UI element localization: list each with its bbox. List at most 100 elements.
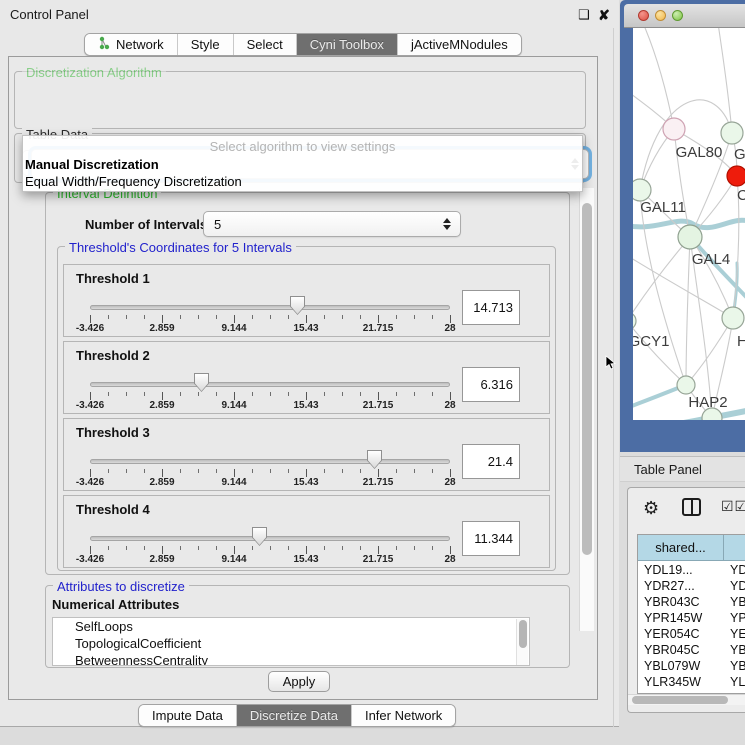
- table-row[interactable]: YBR045CYBR0: [638, 643, 745, 658]
- tick-label: 21.715: [363, 477, 394, 488]
- tick-label: 9.144: [221, 400, 246, 411]
- tick-label: 15.43: [293, 477, 318, 488]
- node-label-gal11: GAL11: [640, 199, 686, 216]
- threshold-2-slider-thumb[interactable]: [194, 373, 209, 392]
- tick-label: -3.426: [76, 400, 104, 411]
- node-label-partial-c: C: [737, 187, 745, 204]
- column-header-name[interactable]: na: [724, 535, 745, 561]
- table-horizontal-scrollbar[interactable]: [628, 694, 745, 705]
- tab-impute-data[interactable]: Impute Data: [139, 705, 237, 726]
- threshold-3-panel: Threshold 3 -3.426 2.859 9.144 15.43 21.…: [63, 418, 550, 491]
- column-header-shared[interactable]: shared...: [638, 535, 724, 561]
- close-traffic-light[interactable]: [638, 10, 649, 21]
- tick-label: 15.43: [293, 323, 318, 334]
- tick-label: 15.43: [293, 400, 318, 411]
- table-row[interactable]: YBR043CYBR0: [638, 595, 745, 610]
- network-canvas[interactable]: GAL80 GA GAL11 C GAL4 GCY1 H HAP2: [633, 28, 745, 420]
- algorithm-dropdown-popup: Select algorithm to view settings Manual…: [22, 135, 583, 192]
- threshold-3-slider-thumb[interactable]: [367, 450, 382, 469]
- threshold-1-slider-track[interactable]: [90, 305, 450, 310]
- popup-item-equal-width-frequency[interactable]: Equal Width/Frequency Discretization: [25, 174, 242, 189]
- table-row[interactable]: YDL19...YDL1: [638, 563, 745, 578]
- threshold-2-panel: Threshold 2 -3.426 2.859 9.144 15.43 21.…: [63, 341, 550, 414]
- table-row[interactable]: YPR145WYPR1: [638, 611, 745, 626]
- threshold-4-panel: Threshold 4 -3.426 2.859 9.144 15.43 21.…: [63, 495, 550, 568]
- network-node[interactable]: [663, 118, 685, 140]
- table-row[interactable]: YBL079WYBL0: [638, 659, 745, 674]
- node-attribute-table: shared... na YDL19...YDL1 YDR27...YDR2 Y…: [637, 534, 745, 694]
- scrollbar-thumb[interactable]: [582, 203, 592, 555]
- checkbox-icons[interactable]: ☑☑: [721, 498, 745, 515]
- tab-infer-network[interactable]: Infer Network: [352, 705, 455, 726]
- close-icon[interactable]: ✘: [597, 8, 611, 22]
- network-node-gal4[interactable]: [678, 225, 702, 249]
- cyni-content-panel: Discretization Algorithm Select algorith…: [8, 56, 598, 700]
- columns-icon[interactable]: [682, 498, 701, 516]
- tab-jactivemnodules[interactable]: jActiveMNodules: [398, 34, 521, 55]
- attributes-group-label: Attributes to discretize: [53, 579, 189, 594]
- threshold-1-slider-thumb[interactable]: [290, 296, 305, 315]
- tick-label: 21.715: [363, 323, 394, 334]
- tick-label: 28: [444, 323, 455, 334]
- numerical-attributes-heading: Numerical Attributes: [52, 597, 179, 612]
- minimize-traffic-light[interactable]: [655, 10, 666, 21]
- list-item[interactable]: TopologicalCoefficient: [53, 635, 529, 652]
- network-node-selected[interactable]: [727, 166, 745, 186]
- apply-button[interactable]: Apply: [268, 671, 330, 692]
- threshold-2-value-field[interactable]: 6.316: [462, 367, 520, 402]
- network-view-window: GAL80 GA GAL11 C GAL4 GCY1 H HAP2: [620, 0, 745, 452]
- network-node[interactable]: [721, 122, 743, 144]
- list-item[interactable]: SelfLoops: [53, 618, 529, 635]
- popup-header: Select algorithm to view settings: [23, 139, 582, 154]
- table-row[interactable]: YDR27...YDR2: [638, 579, 745, 594]
- network-node[interactable]: [722, 307, 744, 329]
- node-label-gal80: GAL80: [676, 144, 723, 161]
- threshold-3-value-field[interactable]: 21.4: [462, 444, 520, 479]
- tick-label: 2.859: [149, 477, 174, 488]
- table-row[interactable]: YLR345WYLR3: [638, 675, 745, 690]
- tab-style[interactable]: Style: [178, 34, 234, 55]
- discretization-algorithm-label: Discretization Algorithm: [22, 65, 166, 80]
- number-of-intervals-value: 5: [214, 217, 221, 232]
- network-node[interactable]: [633, 312, 636, 330]
- network-node[interactable]: [677, 376, 695, 394]
- threshold-4-slider-track[interactable]: [90, 536, 450, 541]
- tab-select[interactable]: Select: [234, 34, 297, 55]
- scrollbar-thumb[interactable]: [632, 696, 728, 704]
- node-label-partial-h: H: [737, 333, 745, 350]
- tick-label: 15.43: [293, 554, 318, 565]
- tick-label: 9.144: [221, 554, 246, 565]
- network-node[interactable]: [633, 179, 651, 201]
- numerical-attributes-list[interactable]: SelfLoops TopologicalCoefficient Between…: [52, 617, 530, 666]
- threshold-1-panel: Threshold 1 -3.426 2.859 9.144 15.43 21.…: [63, 264, 550, 337]
- tab-network[interactable]: Network: [85, 34, 178, 55]
- threshold-4-value-field[interactable]: 11.344: [462, 521, 520, 556]
- main-scrollbar[interactable]: [579, 188, 594, 631]
- threshold-4-slider-thumb[interactable]: [252, 527, 267, 546]
- list-item[interactable]: BetweennessCentrality: [53, 652, 529, 666]
- slider-major-ticks: [90, 546, 451, 554]
- table-row[interactable]: YER054CYER0: [638, 627, 745, 642]
- gear-icon[interactable]: ⚙: [643, 498, 659, 519]
- tab-cyni-toolbox[interactable]: Cyni Toolbox: [297, 34, 398, 55]
- tab-discretize-data[interactable]: Discretize Data: [237, 705, 352, 726]
- number-of-intervals-combobox[interactable]: 5: [203, 211, 461, 237]
- threshold-2-slider-track[interactable]: [90, 382, 450, 387]
- table-panel-header: Table Panel: [620, 456, 745, 482]
- zoom-traffic-light[interactable]: [672, 10, 683, 21]
- scrollbar-thumb[interactable]: [519, 620, 527, 648]
- table-panel-title: Table Panel: [634, 462, 702, 477]
- attributes-scrollbar[interactable]: [516, 619, 528, 666]
- desktop: Control Panel ❑ ✘ Network Style Select C…: [0, 0, 745, 745]
- tick-label: 2.859: [149, 554, 174, 565]
- tick-label: -3.426: [76, 477, 104, 488]
- threshold-1-value-field[interactable]: 14.713: [462, 290, 520, 325]
- tick-label: -3.426: [76, 323, 104, 334]
- window-title: Control Panel: [10, 7, 89, 22]
- slider-major-ticks: [90, 315, 451, 323]
- popup-item-manual-discretization[interactable]: Manual Discretization: [25, 157, 159, 172]
- control-panel-tabs: Network Style Select Cyni Toolbox jActiv…: [84, 33, 522, 56]
- tick-label: 28: [444, 400, 455, 411]
- float-window-icon[interactable]: ❑: [577, 8, 591, 22]
- threshold-3-slider-track[interactable]: [90, 459, 450, 464]
